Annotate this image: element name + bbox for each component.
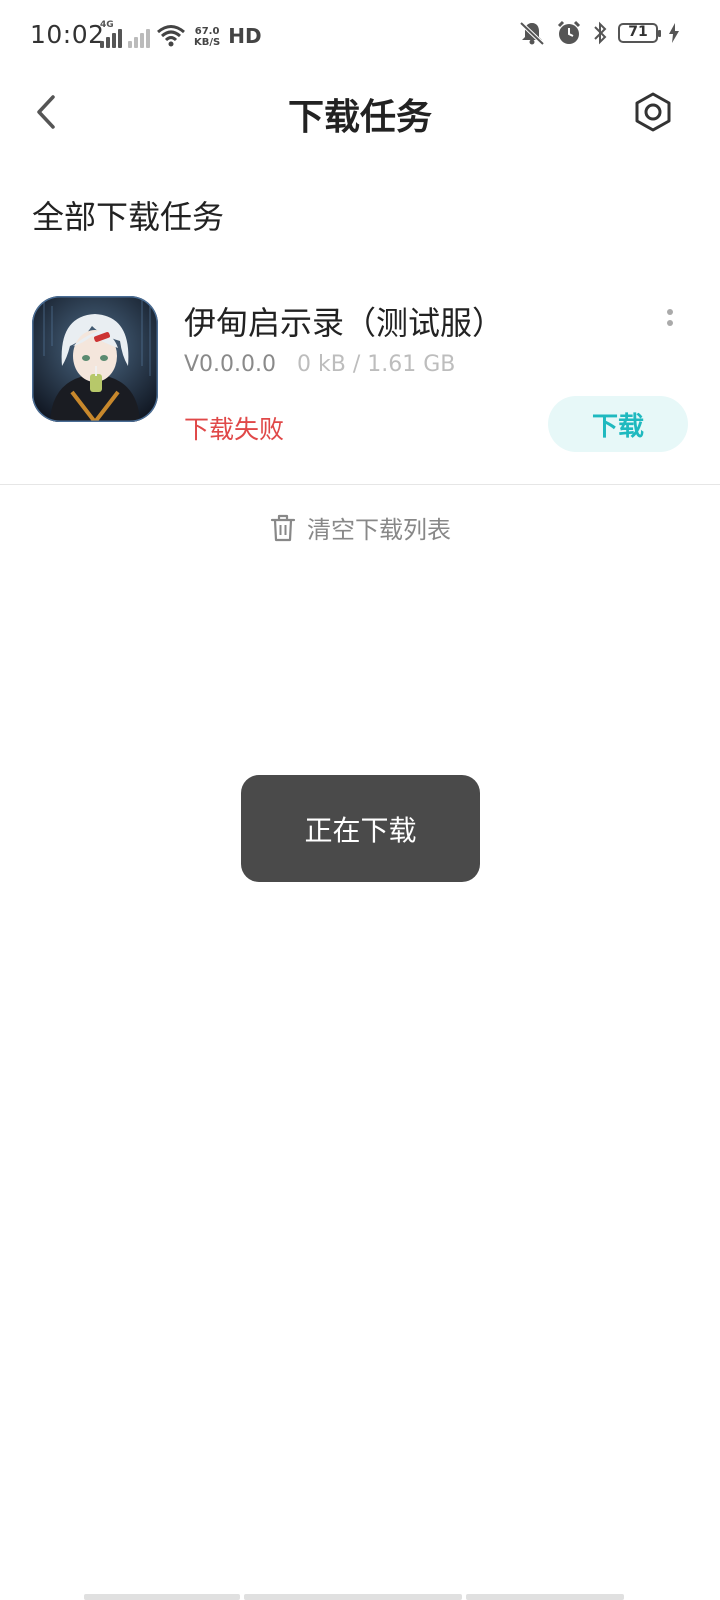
download-button[interactable]: 下载 xyxy=(548,396,688,452)
battery-icon: 71 xyxy=(618,23,661,43)
mute-icon xyxy=(519,21,545,46)
signal-icon: 4G xyxy=(100,20,122,48)
app-icon xyxy=(32,296,158,422)
more-options-button[interactable] xyxy=(660,302,680,332)
charging-icon xyxy=(669,23,679,43)
status-time: 10:02 xyxy=(30,20,105,49)
page-title: 下载任务 xyxy=(287,97,432,138)
alarm-icon xyxy=(557,20,581,44)
download-status: 下载失败 xyxy=(184,415,285,444)
app-version: V0.0.0.0 xyxy=(184,352,277,377)
wifi-icon xyxy=(157,25,185,47)
section-title: 全部下载任务 xyxy=(32,198,225,236)
download-task-item[interactable]: 伊甸启示录（测试服） V0.0.0.0 0 kB / 1.61 GB 下载失败 … xyxy=(0,280,720,485)
app-meta: V0.0.0.0 0 kB / 1.61 GB xyxy=(184,352,455,377)
signal-secondary-icon xyxy=(128,26,150,48)
header: 下载任务 xyxy=(0,70,720,150)
more-dot-icon xyxy=(667,319,673,326)
network-speed: 67.0 KB/S xyxy=(194,26,221,48)
settings-hexagon-icon xyxy=(635,92,671,132)
more-dot-icon xyxy=(667,308,673,315)
app-name: 伊甸启示录（测试服） xyxy=(184,304,505,342)
hd-indicator: HD xyxy=(228,24,262,48)
status-bar: 10:02 4G 67.0 KB/S HD 71 xyxy=(0,0,720,70)
trash-icon xyxy=(270,514,296,541)
clear-download-list-button[interactable]: 清空下载列表 xyxy=(0,510,720,545)
download-size: 0 kB / 1.61 GB xyxy=(297,352,456,377)
settings-button[interactable] xyxy=(628,87,678,137)
toast-message: 正在下载 xyxy=(241,775,480,882)
clear-list-label: 清空下载列表 xyxy=(307,516,451,544)
status-left-icons: 4G 67.0 KB/S HD xyxy=(100,20,262,48)
bluetooth-icon xyxy=(594,21,607,45)
status-right-icons: 71 xyxy=(518,20,680,46)
gesture-navigation-bar[interactable] xyxy=(84,1594,638,1600)
